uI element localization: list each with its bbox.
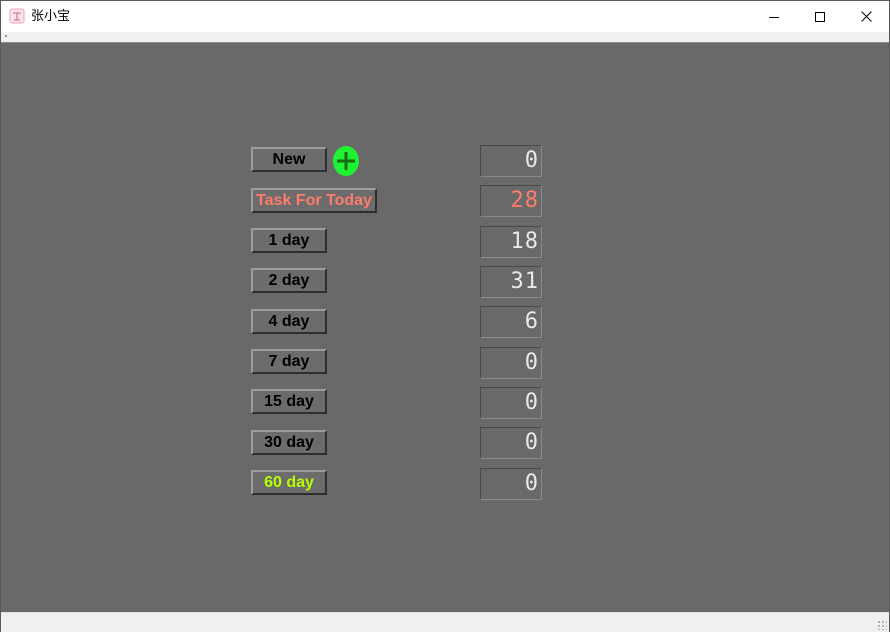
counter-value: 0 [524, 430, 539, 455]
counter-value: 18 [510, 229, 539, 254]
counter-value: 31 [510, 269, 539, 294]
close-button[interactable] [843, 1, 889, 32]
counter-new: 0 [480, 145, 542, 177]
one-day-button[interactable]: 1 day [251, 228, 327, 253]
fifteen-day-button[interactable]: 15 day [251, 389, 327, 414]
counter-value: 0 [524, 148, 539, 173]
four-day-button[interactable]: 4 day [251, 309, 327, 334]
counter-value: 0 [524, 390, 539, 415]
counter-two-day: 31 [480, 266, 542, 298]
counter-thirty-day: 0 [480, 427, 542, 459]
minimize-icon [769, 16, 779, 18]
seven-day-button[interactable]: 7 day [251, 349, 327, 374]
counter-sixty-day: 0 [480, 468, 542, 500]
counter-value: 0 [524, 350, 539, 375]
thirty-day-button[interactable]: 30 day [251, 430, 327, 455]
counter-value: 0 [524, 471, 539, 496]
counter-value: 6 [524, 309, 539, 334]
menu-strip-grip [5, 35, 7, 37]
title-bar[interactable]: 张小宝 [1, 1, 889, 32]
counter-seven-day: 0 [480, 347, 542, 379]
counter-task-for-today: 28 [480, 185, 542, 217]
window-title: 张小宝 [31, 8, 71, 23]
two-day-button[interactable]: 2 day [251, 268, 327, 293]
new-button[interactable]: New [251, 147, 327, 172]
menu-strip [1, 32, 889, 42]
sixty-day-button[interactable]: 60 day [251, 470, 327, 495]
task-for-today-button[interactable]: Task For Today [251, 188, 377, 213]
resize-grip[interactable] [877, 620, 887, 630]
app-window: 张小宝 New Task For Today 1 day 2 day 4 day… [0, 0, 890, 632]
status-bar [1, 612, 889, 632]
minimize-button[interactable] [751, 1, 797, 32]
maximize-button[interactable] [797, 1, 843, 32]
close-icon [860, 11, 872, 22]
counter-one-day: 18 [480, 226, 542, 258]
plus-icon [337, 152, 355, 170]
counter-fifteen-day: 0 [480, 387, 542, 419]
app-icon [9, 8, 25, 24]
counter-four-day: 6 [480, 306, 542, 338]
maximize-icon [815, 11, 825, 22]
client-area: New Task For Today 1 day 2 day 4 day 7 d… [1, 42, 889, 612]
add-button[interactable] [333, 146, 359, 176]
counter-value: 28 [510, 188, 539, 213]
